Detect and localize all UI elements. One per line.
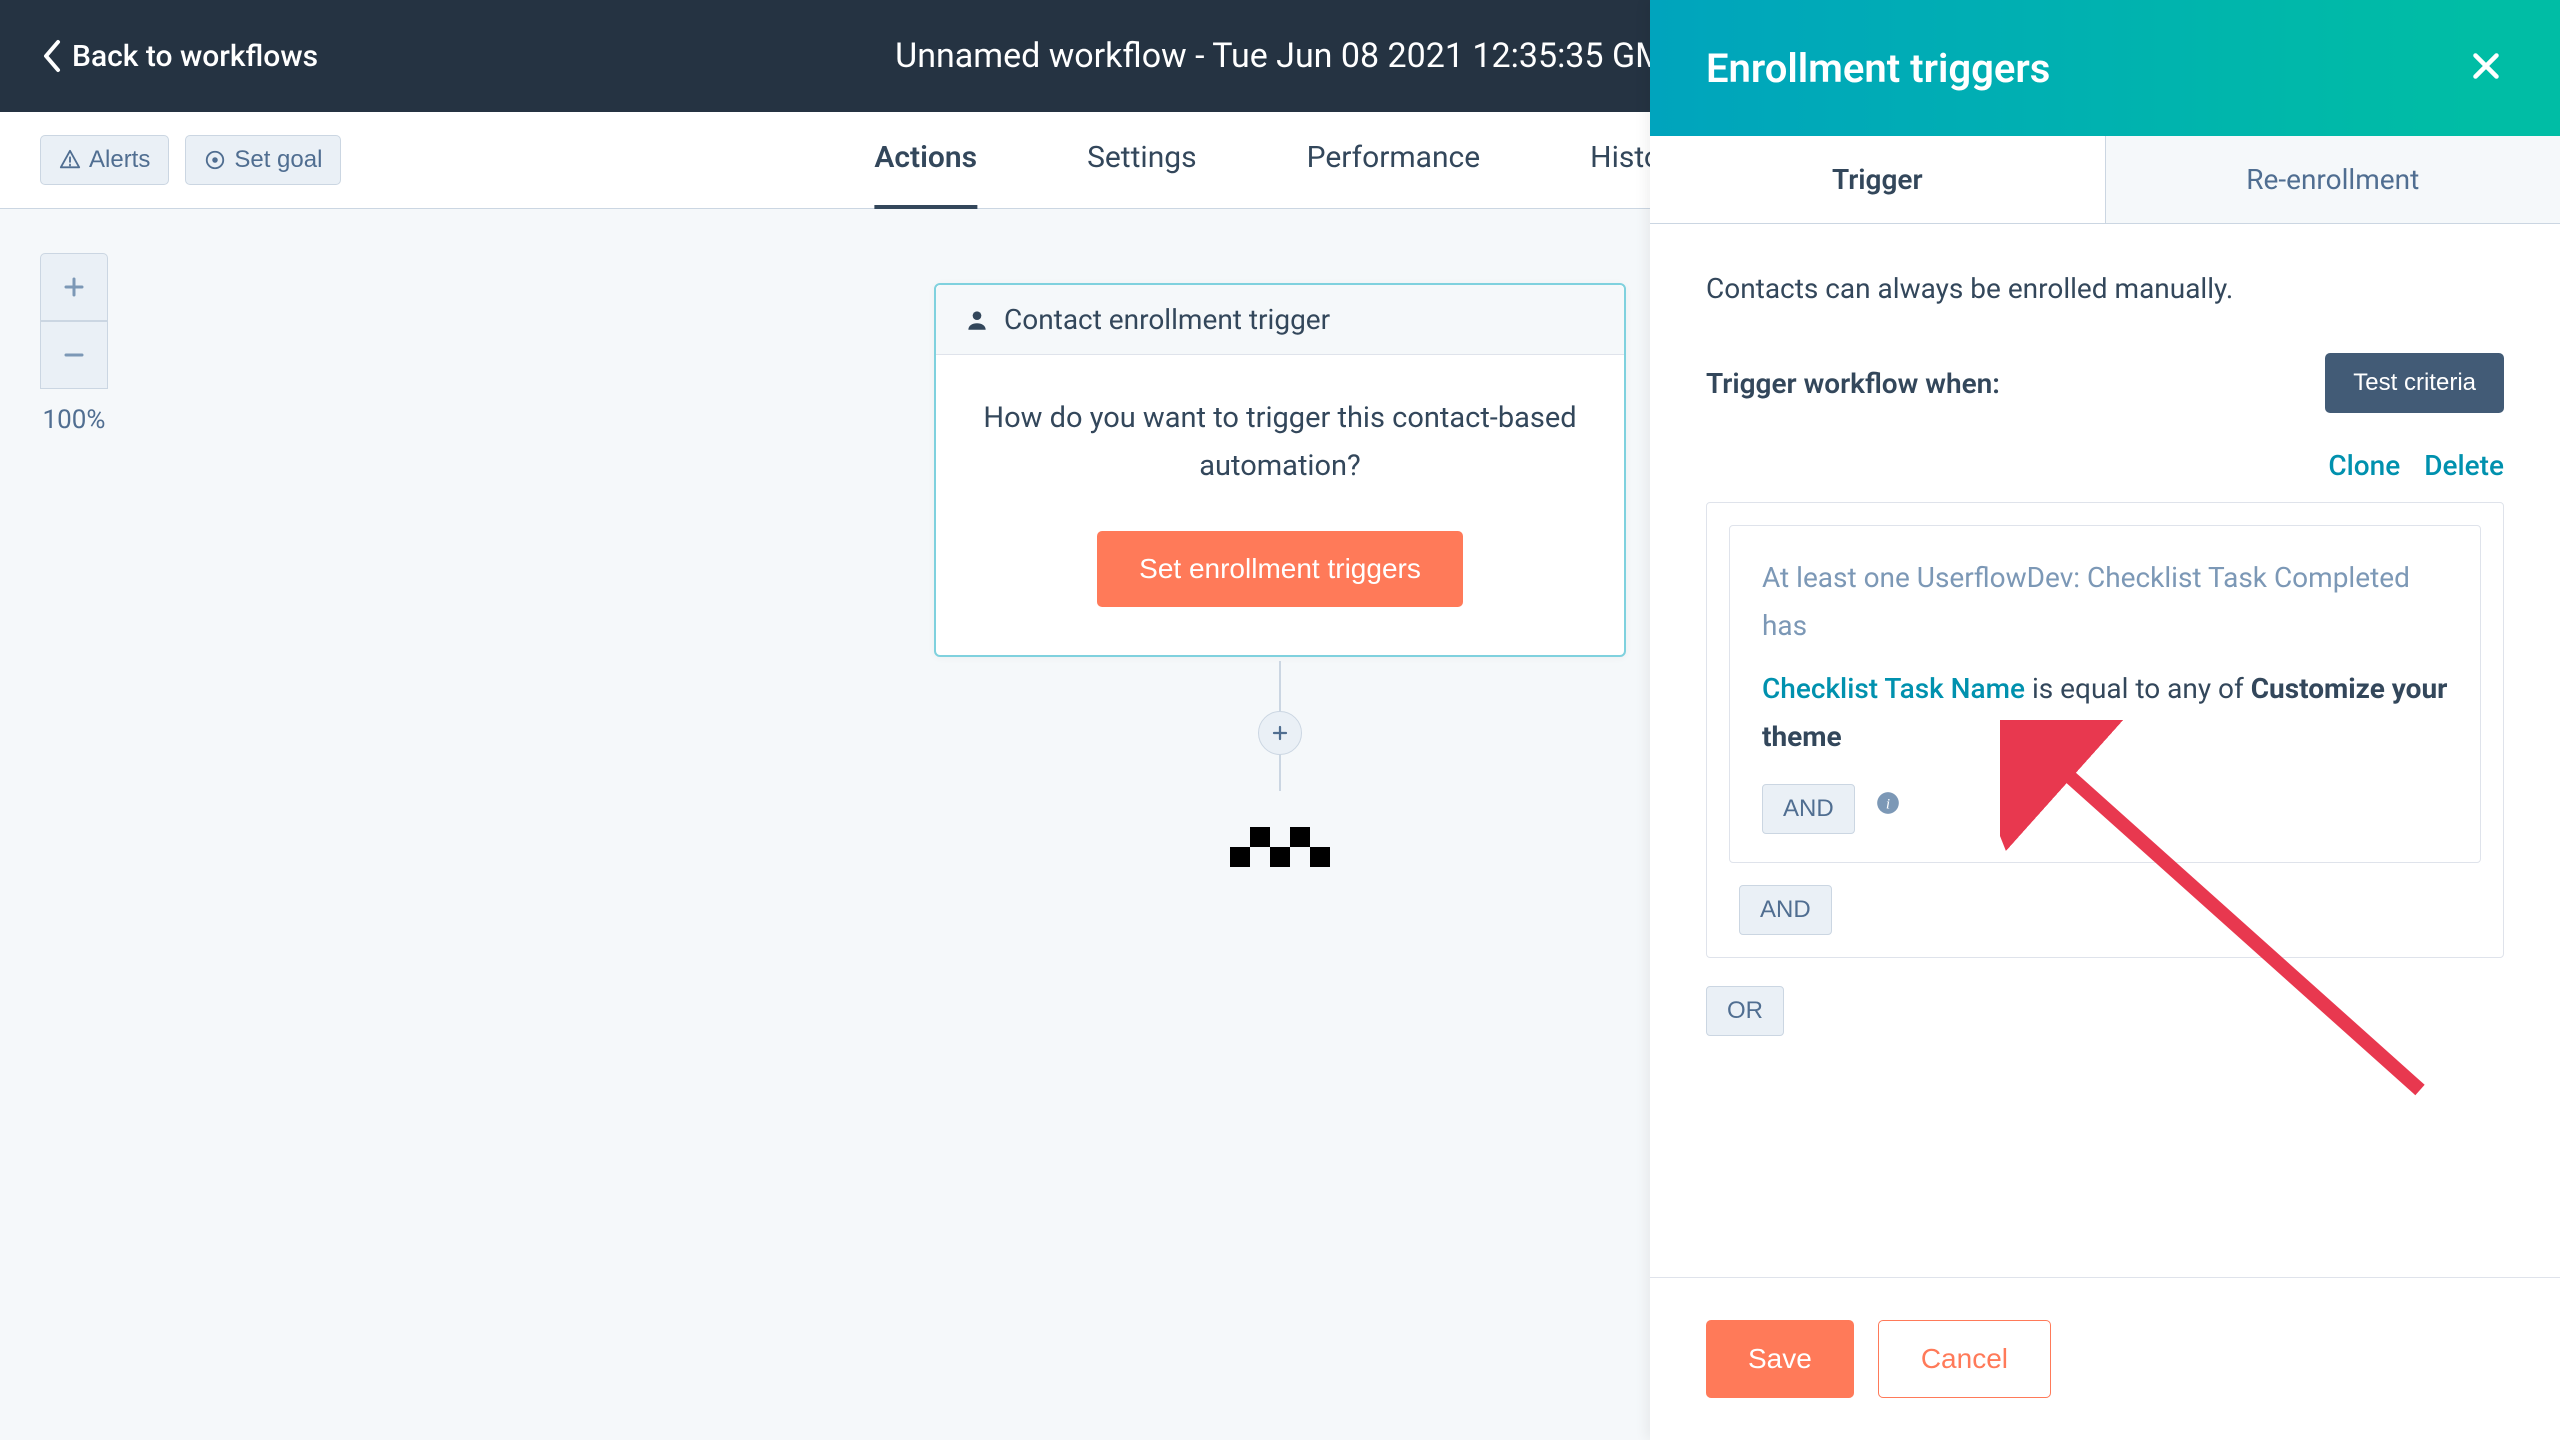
contact-icon bbox=[964, 307, 990, 333]
zoom-in-button[interactable] bbox=[40, 253, 108, 321]
minus-icon bbox=[62, 343, 86, 367]
card-prompt: How do you want to trigger this contact-… bbox=[980, 395, 1580, 491]
cancel-button[interactable]: Cancel bbox=[1878, 1320, 2051, 1398]
trigger-when-label: Trigger workflow when: bbox=[1706, 367, 2000, 400]
panel-footer: Save Cancel bbox=[1650, 1277, 2560, 1440]
toolbar-left: Alerts Set goal bbox=[40, 135, 341, 185]
filter-prefix-text: At least one UserflowDev: Checklist Task… bbox=[1762, 554, 2448, 649]
set-goal-label: Set goal bbox=[234, 146, 322, 174]
tab-actions[interactable]: Actions bbox=[874, 110, 977, 211]
filter-field-name: Checklist Task Name bbox=[1762, 672, 2025, 705]
panel-title: Enrollment triggers bbox=[1706, 45, 2050, 92]
clone-filter-link[interactable]: Clone bbox=[2328, 449, 2400, 482]
svg-text:i: i bbox=[1886, 796, 1890, 813]
filter-actions: Clone Delete bbox=[1706, 449, 2504, 482]
chevron-left-icon bbox=[40, 38, 64, 74]
or-group-button[interactable]: OR bbox=[1706, 986, 1784, 1036]
target-icon bbox=[204, 149, 226, 171]
enrollment-trigger-card[interactable]: Contact enrollment trigger How do you wa… bbox=[934, 283, 1626, 657]
alerts-label: Alerts bbox=[89, 146, 150, 174]
zoom-level-label: 100% bbox=[43, 405, 106, 435]
close-icon bbox=[2468, 48, 2504, 84]
zoom-out-button[interactable] bbox=[40, 321, 108, 389]
tab-performance[interactable]: Performance bbox=[1307, 110, 1481, 211]
filter-operator: is equal to any of bbox=[2025, 672, 2251, 705]
add-action-button[interactable] bbox=[1258, 711, 1302, 755]
close-panel-button[interactable] bbox=[2468, 48, 2504, 88]
connector-line bbox=[1279, 661, 1281, 711]
finish-flag-icon bbox=[1230, 827, 1330, 867]
enrollment-triggers-panel: Enrollment triggers Trigger Re-enrollmen… bbox=[1650, 0, 2560, 1440]
plus-icon bbox=[62, 275, 86, 299]
tab-settings[interactable]: Settings bbox=[1087, 110, 1197, 211]
set-enrollment-triggers-button[interactable]: Set enrollment triggers bbox=[1097, 531, 1463, 607]
back-label: Back to workflows bbox=[72, 39, 318, 74]
info-icon[interactable]: i bbox=[1875, 801, 1901, 820]
panel-tab-reenrollment[interactable]: Re-enrollment bbox=[2105, 136, 2560, 223]
panel-header: Enrollment triggers bbox=[1650, 0, 2560, 136]
workflow-connector bbox=[1230, 661, 1330, 867]
filter-rule: Checklist Task Name is equal to any of C… bbox=[1762, 665, 2448, 760]
and-group-button[interactable]: AND bbox=[1739, 885, 1832, 935]
warning-icon bbox=[59, 149, 81, 171]
trigger-when-row: Trigger workflow when: Test criteria bbox=[1706, 353, 2504, 413]
panel-tab-trigger[interactable]: Trigger bbox=[1650, 136, 2105, 223]
and-condition-button[interactable]: AND bbox=[1762, 784, 1855, 834]
zoom-controls: 100% bbox=[40, 253, 108, 435]
alerts-button[interactable]: Alerts bbox=[40, 135, 169, 185]
back-to-workflows-link[interactable]: Back to workflows bbox=[40, 38, 318, 74]
panel-body: Contacts can always be enrolled manually… bbox=[1650, 224, 2560, 1277]
card-header-text: Contact enrollment trigger bbox=[1004, 303, 1330, 336]
workflow-title[interactable]: Unnamed workflow - Tue Jun 08 2021 12:35… bbox=[765, 36, 1795, 76]
delete-filter-link[interactable]: Delete bbox=[2424, 449, 2504, 482]
panel-tabs: Trigger Re-enrollment bbox=[1650, 136, 2560, 224]
and-group-row: AND bbox=[1739, 885, 2481, 935]
manual-enroll-hint: Contacts can always be enrolled manually… bbox=[1706, 272, 2504, 305]
and-label: AND bbox=[1783, 795, 1834, 823]
main-tabs: Actions Settings Performance History bbox=[874, 110, 1685, 211]
or-group-row: OR bbox=[1706, 986, 1784, 1036]
filter-condition[interactable]: At least one UserflowDev: Checklist Task… bbox=[1729, 525, 2481, 863]
card-header: Contact enrollment trigger bbox=[936, 285, 1624, 355]
plus-icon bbox=[1271, 724, 1289, 742]
card-body: How do you want to trigger this contact-… bbox=[936, 355, 1624, 655]
test-criteria-button[interactable]: Test criteria bbox=[2325, 353, 2504, 413]
set-goal-button[interactable]: Set goal bbox=[185, 135, 341, 185]
filter-group: At least one UserflowDev: Checklist Task… bbox=[1706, 502, 2504, 958]
save-button[interactable]: Save bbox=[1706, 1320, 1854, 1398]
connector-line bbox=[1279, 755, 1281, 791]
